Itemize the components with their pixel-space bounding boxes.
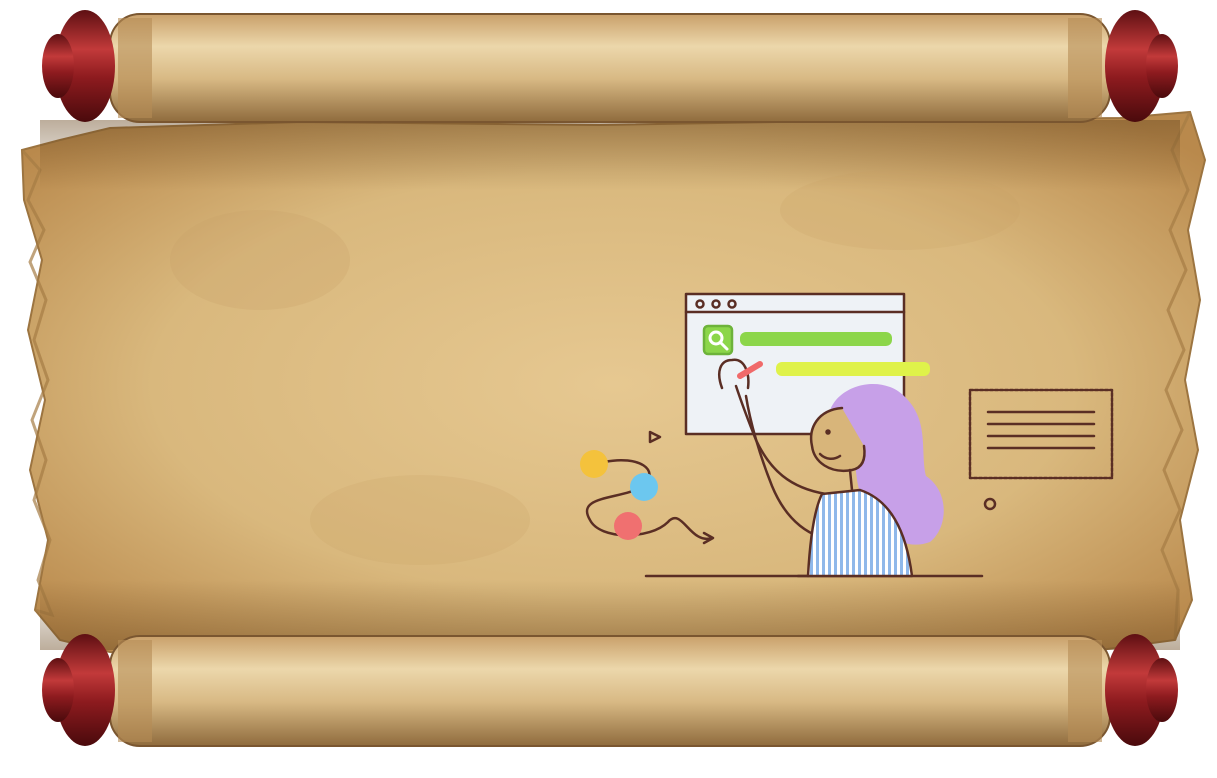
parchment-sheet: [20, 110, 1207, 658]
paper-stain: [170, 210, 350, 310]
paper-stain: [310, 475, 530, 565]
dot-red: [614, 512, 642, 540]
search-bar-green: [740, 332, 892, 346]
search-bar-yellow: [776, 362, 930, 376]
top-roller: [42, 10, 1178, 123]
search-icon: [702, 324, 734, 356]
scroll-stage: [0, 0, 1217, 778]
bottom-roller: [42, 634, 1178, 747]
paper-stain: [780, 170, 1020, 250]
dot-blue: [630, 473, 658, 501]
top-roller-shadow: [40, 120, 1180, 190]
dot-yellow: [580, 450, 608, 478]
scroll-scene: [20, 10, 1207, 747]
